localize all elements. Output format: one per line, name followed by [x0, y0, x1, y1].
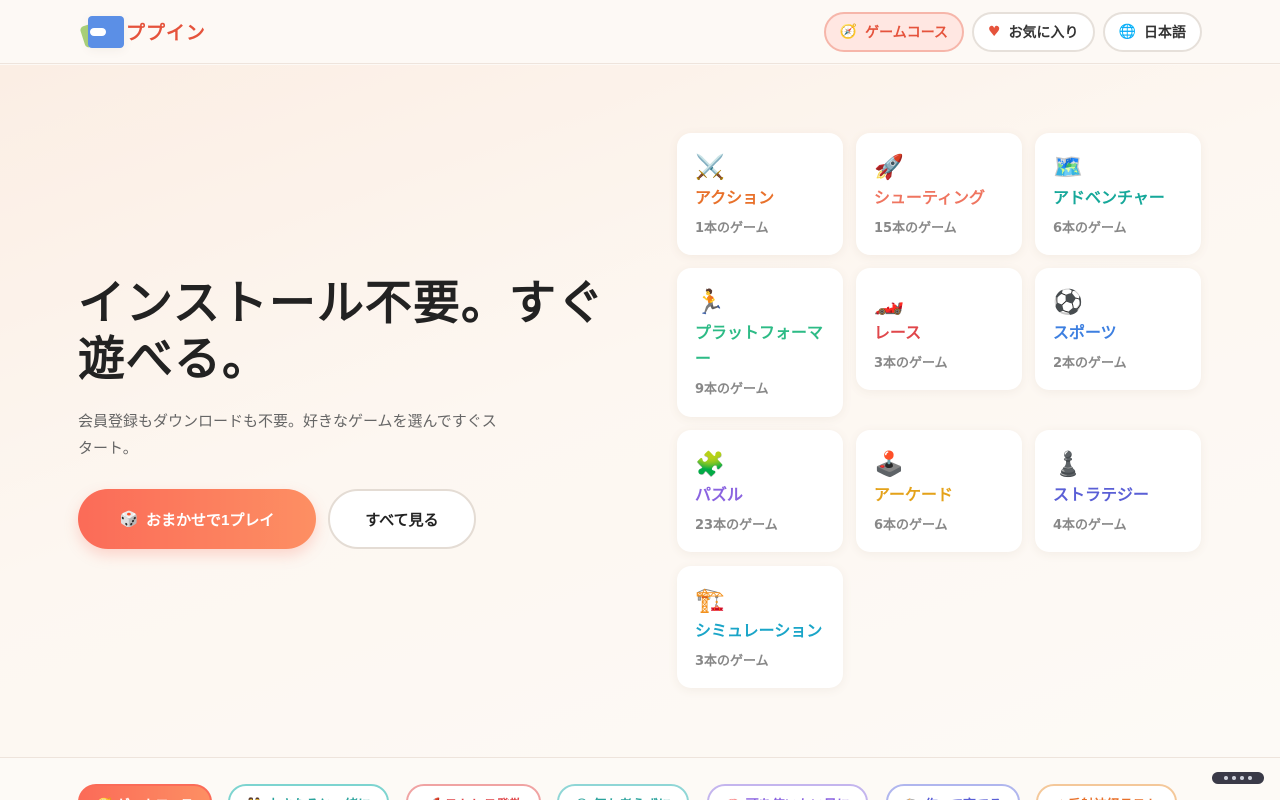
category-card-platformer[interactable]: 🏃 プラットフォーマー 9本のゲーム — [677, 268, 843, 417]
category-card-race[interactable]: 🏎️ レース 3本のゲーム — [856, 268, 1022, 390]
favorites-label: お気に入り — [1008, 24, 1079, 41]
category-count: 3本のゲーム — [695, 654, 769, 669]
category-card-strategy[interactable]: ♟️ ストラテジー 4本のゲーム — [1035, 430, 1201, 552]
chip-build[interactable]: 🏗️ 作って育てる — [886, 784, 1021, 800]
rocket-icon: 🚀 — [874, 153, 904, 181]
app-logo-icon — [79, 14, 124, 50]
category-count: 6本のゲーム — [1053, 221, 1127, 236]
category-card-adventure[interactable]: 🗺️ アドベンチャー 6本のゲーム — [1035, 133, 1201, 255]
chip-brain[interactable]: 🧠 頭を使いたい日に — [707, 784, 868, 800]
category-count: 1本のゲーム — [695, 221, 769, 236]
category-count: 6本のゲーム — [874, 518, 948, 533]
random-play-label: おまかせで1プレイ — [146, 511, 275, 529]
chip-reflex[interactable]: ⚡ 反射神経テスト — [1036, 784, 1177, 800]
dice-icon: 🎲 — [119, 511, 139, 528]
category-name: アクション — [695, 188, 775, 207]
hero-subtitle: 会員登録もダウンロードも不要。好きなゲームを選んですぐスタート。 — [78, 412, 497, 457]
category-name: アドベンチャー — [1053, 188, 1165, 207]
category-card-simulation[interactable]: 🏗️ シミュレーション 3本のゲーム — [677, 566, 843, 688]
puzzle-piece-icon: 🧩 — [695, 450, 725, 478]
chip-no-thinking[interactable]: 😊 何も考えずに — [557, 784, 690, 800]
category-card-sports[interactable]: ⚽ スポーツ 2本のゲーム — [1035, 268, 1201, 390]
category-count: 2本のゲーム — [1053, 356, 1127, 371]
category-name: スポーツ — [1053, 323, 1117, 342]
category-name: シューティング — [874, 188, 986, 207]
chess-pawn-icon: ♟️ — [1053, 450, 1083, 478]
language-button[interactable]: 🌐 日本語 — [1102, 11, 1202, 52]
header-nav: 🧭 ゲームコース ♥ お気に入り 🌐 日本語 — [823, 11, 1202, 52]
category-name: レース — [874, 323, 922, 342]
category-card-puzzle[interactable]: 🧩 パズル 23本のゲーム — [677, 430, 843, 552]
heart-icon: ♥ — [988, 23, 1001, 40]
map-icon: 🗺️ — [1053, 153, 1083, 181]
course-chip-strip: 🧭 ゲームコース 👫 小さなそと一緒に 🚀 ストレス発散 😊 何も考えずに 🧠 … — [0, 757, 1280, 800]
category-count: 15本のゲーム — [874, 221, 957, 236]
game-course-label: ゲームコース — [865, 24, 948, 41]
category-name: プラットフォーマー — [695, 323, 824, 368]
brand-name: ププイン — [126, 22, 207, 44]
chip-game-course[interactable]: 🧭 ゲームコース — [78, 784, 212, 800]
category-count: 4本のゲーム — [1053, 518, 1127, 533]
swords-icon: ⚔️ — [695, 153, 725, 181]
category-name: ストラテジー — [1053, 485, 1150, 504]
runner-icon: 🏃 — [695, 288, 725, 316]
category-count: 23本のゲーム — [695, 518, 778, 533]
chip-with-kids[interactable]: 👫 小さなそと一緒に — [228, 784, 389, 800]
category-card-action[interactable]: ⚔️ アクション 1本のゲーム — [677, 133, 843, 255]
favorites-button[interactable]: ♥ お気に入り — [972, 11, 1095, 52]
crane-icon: 🏗️ — [695, 586, 725, 614]
floating-menu-handle[interactable] — [1212, 772, 1264, 784]
language-label: 日本語 — [1144, 24, 1186, 41]
category-name: パズル — [695, 485, 744, 504]
category-card-shooting[interactable]: 🚀 シューティング 15本のゲーム — [856, 133, 1022, 255]
category-count: 9本のゲーム — [695, 382, 769, 397]
see-all-button[interactable]: すべて見る — [328, 489, 476, 549]
category-count: 3本のゲーム — [874, 356, 948, 371]
soccer-ball-icon: ⚽ — [1053, 288, 1083, 316]
hero-title: インストール不要。すぐ遊べる。 — [78, 276, 606, 387]
game-course-button[interactable]: 🧭 ゲームコース — [823, 11, 964, 52]
globe-icon: 🌐 — [1118, 23, 1136, 40]
random-play-button[interactable]: 🎲 おまかせで1プレイ — [78, 489, 316, 549]
category-name: シミュレーション — [695, 621, 823, 640]
top-header: ププイン 🧭 ゲームコース ♥ お気に入り 🌐 日本語 — [0, 0, 1280, 64]
race-car-icon: 🏎️ — [874, 288, 904, 316]
brand[interactable]: ププイン — [79, 14, 207, 50]
category-card-arcade[interactable]: 🕹️ アーケード 6本のゲーム — [856, 430, 1022, 552]
chip-stress-relief[interactable]: 🚀 ストレス発散 — [406, 784, 541, 800]
category-name: アーケード — [874, 485, 954, 504]
joystick-icon: 🕹️ — [874, 450, 904, 478]
compass-icon: 🧭 — [839, 23, 858, 40]
